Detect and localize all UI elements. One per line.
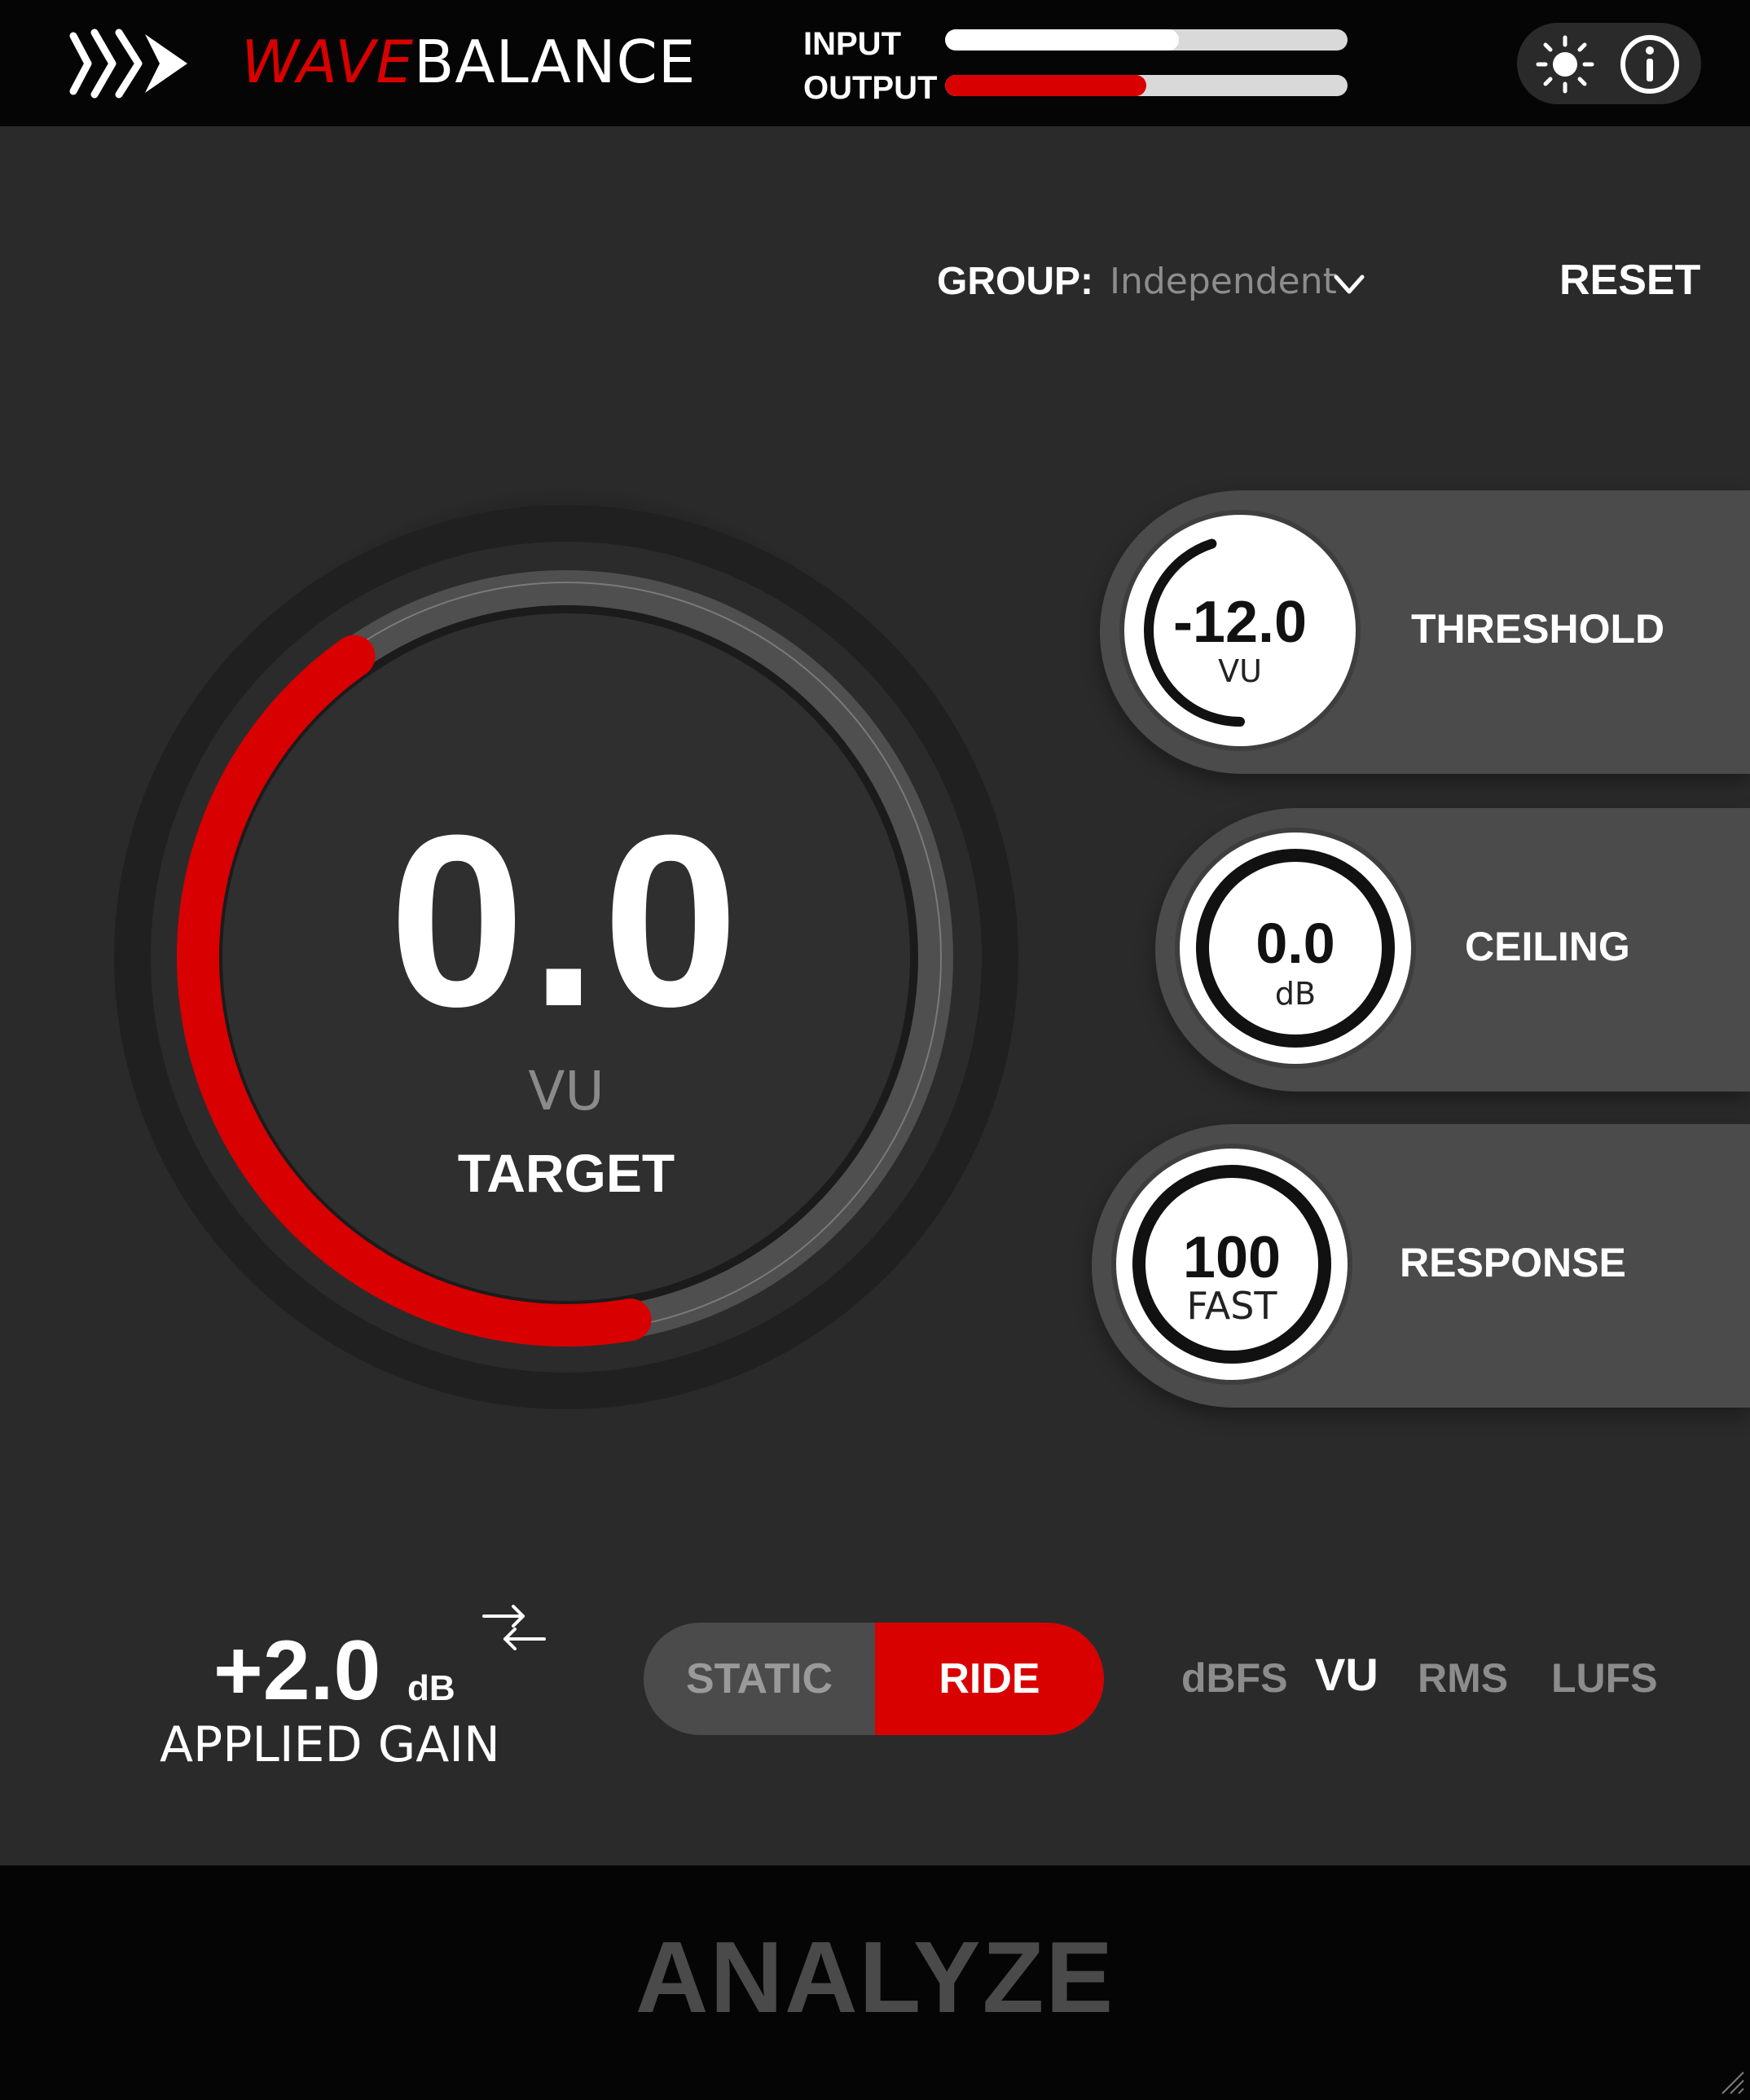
ceiling-value: 0.0: [1255, 912, 1335, 975]
threshold-value: -12.0: [1172, 590, 1308, 655]
logo-icon: [69, 29, 187, 99]
output-level-meter: [945, 75, 1348, 96]
input-level-fill: [945, 29, 1179, 51]
chevron-down-icon[interactable]: [1333, 269, 1365, 298]
target-unit: VU: [528, 1060, 605, 1122]
group-label: GROUP:: [937, 260, 1093, 303]
mode-toggle: STATIC RIDE: [644, 1623, 1104, 1735]
swap-arrows-icon[interactable]: [479, 1598, 549, 1657]
target-label: TARGET: [457, 1143, 675, 1203]
output-level-fill: [945, 75, 1146, 96]
scale-option-vu[interactable]: VU: [1315, 1650, 1378, 1699]
static-mode-button[interactable]: STATIC: [644, 1623, 875, 1735]
group-dropdown[interactable]: Independent: [1110, 259, 1337, 305]
input-level-meter: [945, 29, 1348, 51]
app-brand-title: WAVEBALANCE: [241, 29, 696, 94]
brand-wave-text: WAVE: [241, 28, 415, 96]
response-label: RESPONSE: [1400, 1240, 1626, 1285]
scale-option-rms[interactable]: RMS: [1418, 1654, 1508, 1702]
response-value: 100: [1182, 1225, 1282, 1290]
scale-option-lufs[interactable]: LUFS: [1551, 1654, 1658, 1702]
output-meter-label: OUTPUT: [803, 70, 938, 106]
ceiling-unit: dB: [1274, 976, 1317, 1012]
sun-icon[interactable]: [1535, 34, 1595, 94]
applied-gain-unit: dB: [407, 1668, 455, 1708]
ceiling-label: CEILING: [1465, 924, 1630, 969]
info-icon[interactable]: [1618, 33, 1682, 96]
applied-gain-value: +2.0: [213, 1623, 381, 1718]
analyze-button[interactable]: ANALYZE: [0, 1921, 1750, 2035]
scale-option-dbfs[interactable]: dBFS: [1181, 1654, 1288, 1702]
applied-gain-label: APPLIED GAIN: [160, 1716, 500, 1773]
threshold-label: THRESHOLD: [1411, 606, 1665, 652]
input-meter-label: INPUT: [803, 26, 901, 62]
brand-balance-text: BALANCE: [414, 28, 697, 96]
resize-grip-icon[interactable]: [1711, 2061, 1747, 2097]
target-value: 0.0: [389, 784, 744, 1057]
reset-button[interactable]: RESET: [1559, 256, 1700, 305]
threshold-unit: VU: [1218, 653, 1262, 689]
response-unit: FAST: [1186, 1284, 1277, 1328]
ride-mode-button[interactable]: RIDE: [875, 1623, 1104, 1735]
